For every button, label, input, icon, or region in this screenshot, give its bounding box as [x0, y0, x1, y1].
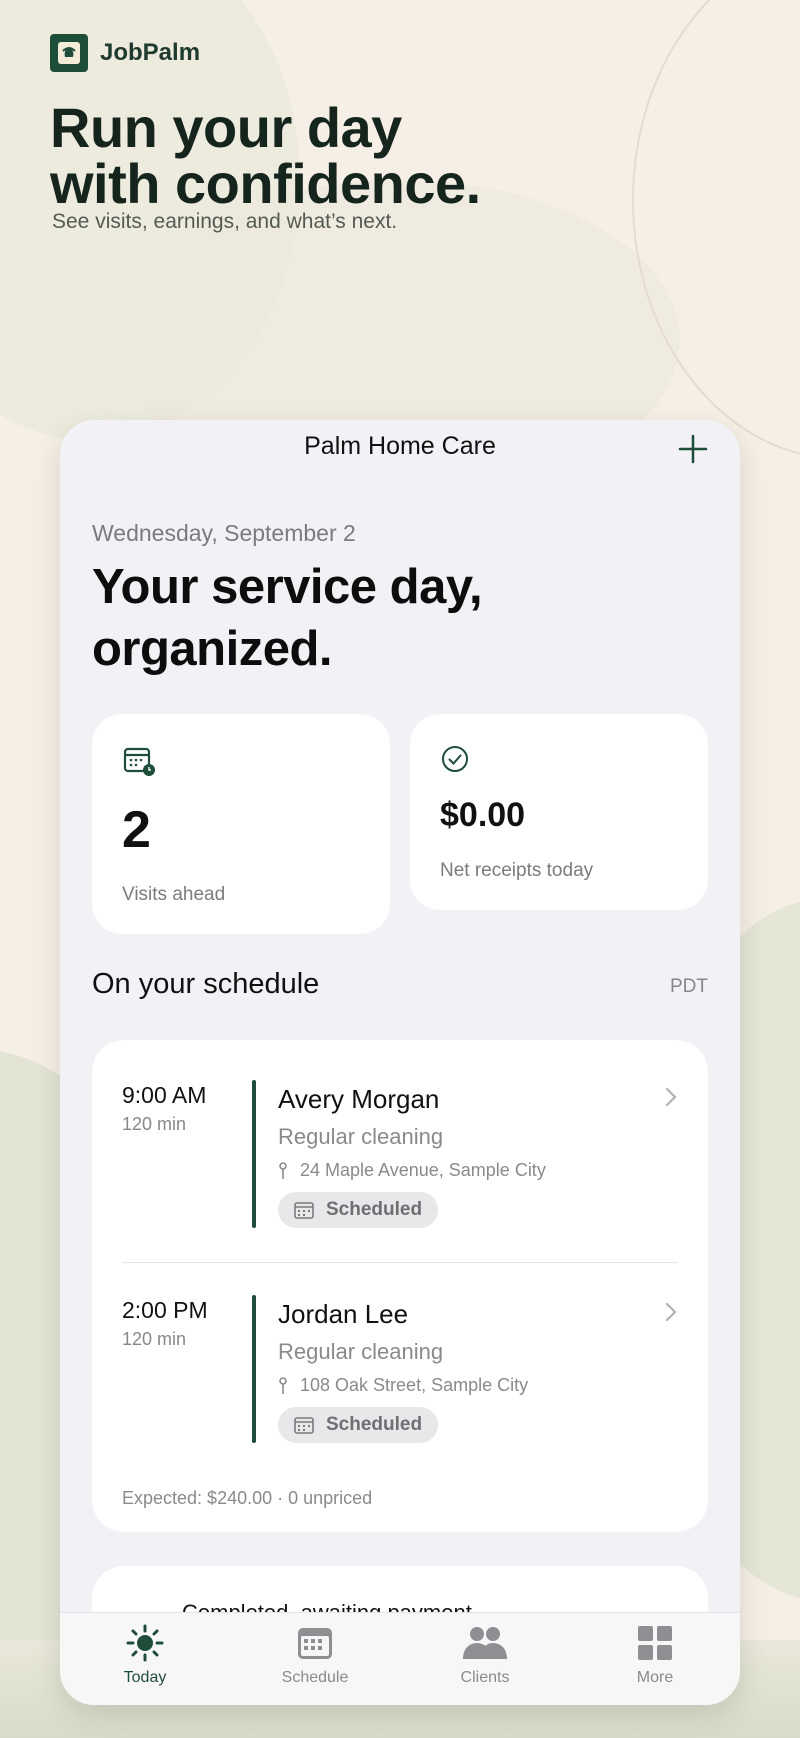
tab-label: Schedule — [281, 1669, 349, 1686]
calendar-clock-icon — [123, 747, 155, 776]
visits-ahead-label: Visits ahead — [122, 884, 226, 905]
tab-schedule[interactable]: Schedule — [230, 1613, 400, 1705]
timezone-label: PDT — [670, 976, 708, 997]
visit-address: 24 Maple Avenue, Sample City — [278, 1160, 546, 1181]
date-label: Wednesday, September 2 — [92, 520, 356, 546]
visit-row[interactable]: 2:00 PM 120 min Jordan Lee Regular clean… — [92, 1255, 708, 1445]
app-screen: Palm Home Care Wednesday, September 2 Yo… — [60, 420, 740, 1705]
visit-accent-bar — [252, 1080, 256, 1228]
status-badge: Scheduled — [278, 1192, 439, 1228]
check-circle-icon — [442, 746, 468, 772]
visit-client-name: Jordan Lee — [278, 1299, 409, 1329]
status-badge: Scheduled — [278, 1407, 439, 1443]
visit-time: 2:00 PM — [122, 1297, 208, 1323]
hero-title: Run your day with confidence. — [50, 100, 481, 212]
grid-icon — [638, 1626, 672, 1660]
day-headline-line2: organized. — [92, 622, 333, 676]
day-headline-line1: Your service day, — [92, 560, 483, 614]
visit-address-text: 108 Oak Street, Sample City — [300, 1375, 529, 1395]
pin-icon — [279, 1376, 287, 1394]
chevron-right-icon — [665, 1302, 677, 1322]
schedule-list: 9:00 AM 120 min Avery Morgan Regular cle… — [92, 1040, 708, 1532]
calendar-icon — [294, 1417, 314, 1434]
brand: JobPalm — [50, 34, 200, 72]
visit-address: 108 Oak Street, Sample City — [278, 1375, 528, 1396]
people-icon — [463, 1627, 507, 1659]
status-text: Scheduled — [326, 1199, 423, 1220]
tab-more[interactable]: More — [570, 1613, 740, 1705]
hero-subtitle: See visits, earnings, and what’s next. — [52, 210, 398, 233]
visits-ahead-value: 2 — [122, 801, 151, 859]
visit-address-text: 24 Maple Avenue, Sample City — [300, 1160, 546, 1180]
tab-clients[interactable]: Clients — [400, 1613, 570, 1705]
hero-title-line1: Run your day — [50, 96, 402, 159]
visit-accent-bar — [252, 1295, 256, 1443]
visit-client-name: Avery Morgan — [278, 1084, 440, 1114]
visits-ahead-card[interactable]: 2 Visits ahead — [92, 714, 390, 934]
brand-name: JobPalm — [100, 39, 201, 66]
nav-title: Palm Home Care — [304, 432, 496, 460]
tab-label: Clients — [460, 1669, 510, 1686]
net-receipts-value: $0.00 — [440, 796, 526, 834]
calendar-icon — [298, 1628, 332, 1659]
tab-bar: Today Schedule Clients More — [60, 1612, 740, 1705]
tab-label: Today — [123, 1669, 167, 1686]
visit-service: Regular cleaning — [278, 1339, 444, 1364]
net-receipts-card[interactable]: $0.00 Net receipts today — [410, 714, 708, 910]
hero-title-line2: with confidence. — [50, 152, 481, 215]
visit-service: Regular cleaning — [278, 1124, 444, 1149]
chevron-right-icon — [665, 1087, 677, 1107]
visit-time: 9:00 AM — [122, 1082, 207, 1108]
visit-row[interactable]: 9:00 AM 120 min Avery Morgan Regular cle… — [92, 1040, 708, 1230]
sun-icon — [126, 1624, 164, 1662]
schedule-heading: On your schedule — [92, 968, 320, 1000]
tab-today[interactable]: Today — [60, 1613, 230, 1705]
add-button[interactable] — [676, 432, 710, 466]
pin-icon — [279, 1161, 287, 1179]
status-text: Scheduled — [326, 1414, 423, 1435]
visit-duration: 120 min — [122, 1329, 187, 1349]
tab-label: More — [636, 1669, 674, 1686]
expected-summary: Expected: $240.00 · 0 unpriced — [122, 1488, 373, 1508]
brand-logo-icon — [50, 34, 88, 72]
day-headline: Your service day, organized. — [92, 556, 483, 680]
net-receipts-label: Net receipts today — [440, 860, 594, 881]
visit-duration: 120 min — [122, 1114, 187, 1134]
calendar-icon — [294, 1202, 314, 1219]
